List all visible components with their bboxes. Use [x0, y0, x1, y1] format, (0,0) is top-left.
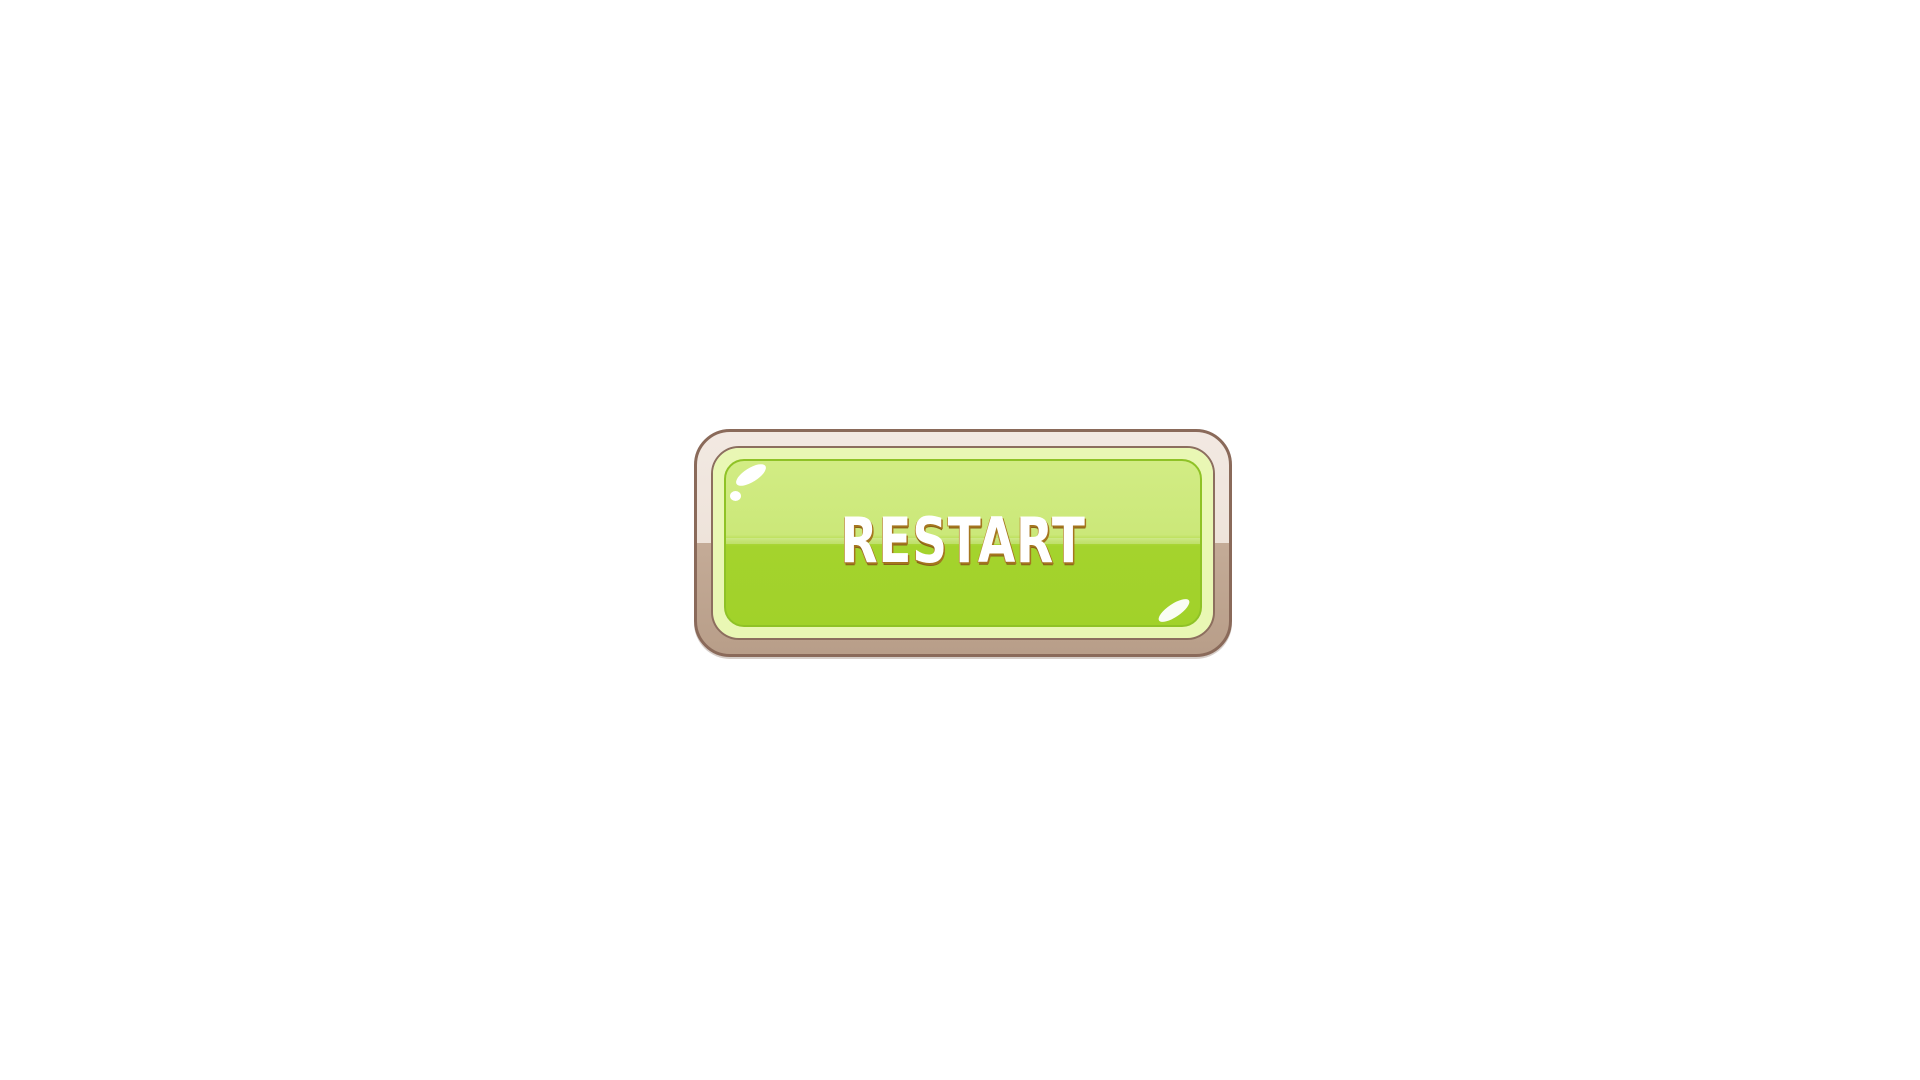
- gloss-highlight-top: [732, 461, 770, 490]
- gloss-highlight-dot: [730, 491, 741, 501]
- restart-button[interactable]: RESTART: [694, 429, 1232, 657]
- gloss-highlight-bottom: [1155, 595, 1193, 625]
- game-screen: RESTART: [0, 0, 1920, 1080]
- restart-button-label: RESTART: [840, 504, 1086, 577]
